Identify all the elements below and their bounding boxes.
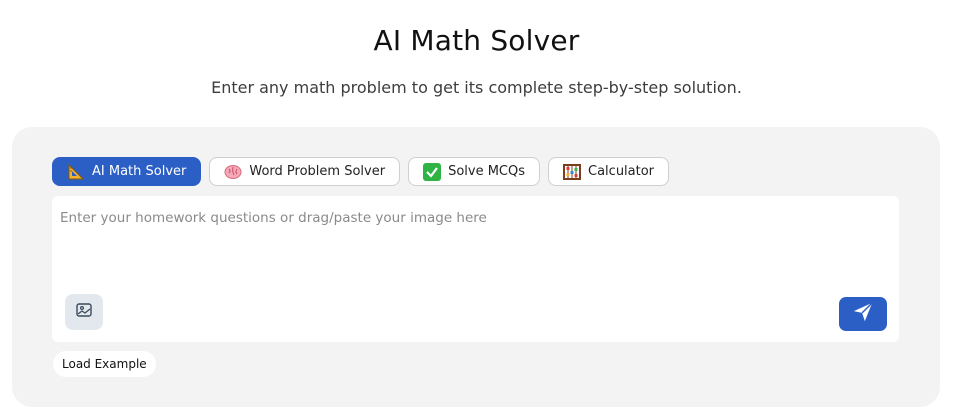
send-button[interactable] (839, 297, 887, 331)
tab-label: Word Problem Solver (249, 164, 386, 179)
image-icon (75, 301, 93, 323)
tab-calculator[interactable]: Calculator (548, 157, 670, 186)
tab-label: AI Math Solver (92, 164, 187, 179)
tab-label: Calculator (588, 164, 655, 179)
brain-icon (224, 163, 242, 181)
solver-panel: AI Math Solver Word Problem Solver Solve… (12, 127, 940, 407)
upload-image-button[interactable] (65, 294, 103, 330)
check-mark-button-icon (423, 162, 442, 181)
page-title: AI Math Solver (373, 24, 580, 57)
tab-bar: AI Math Solver Word Problem Solver Solve… (52, 157, 670, 187)
tab-ai-math-solver[interactable]: AI Math Solver (52, 157, 202, 186)
tab-solve-mcqs[interactable]: Solve MCQs (408, 157, 541, 186)
load-example-button[interactable]: Load Example (53, 351, 156, 377)
page-subtitle: Enter any math problem to get its comple… (211, 78, 742, 97)
tab-word-problem-solver[interactable]: Word Problem Solver (209, 157, 401, 186)
tab-label: Solve MCQs (448, 164, 526, 179)
triangle-ruler-icon (67, 163, 85, 181)
abacus-icon (563, 163, 582, 181)
page: AI Math Solver Enter any math problem to… (0, 0, 953, 419)
question-input[interactable] (52, 196, 899, 286)
send-icon (852, 301, 874, 327)
question-editor (52, 196, 899, 342)
